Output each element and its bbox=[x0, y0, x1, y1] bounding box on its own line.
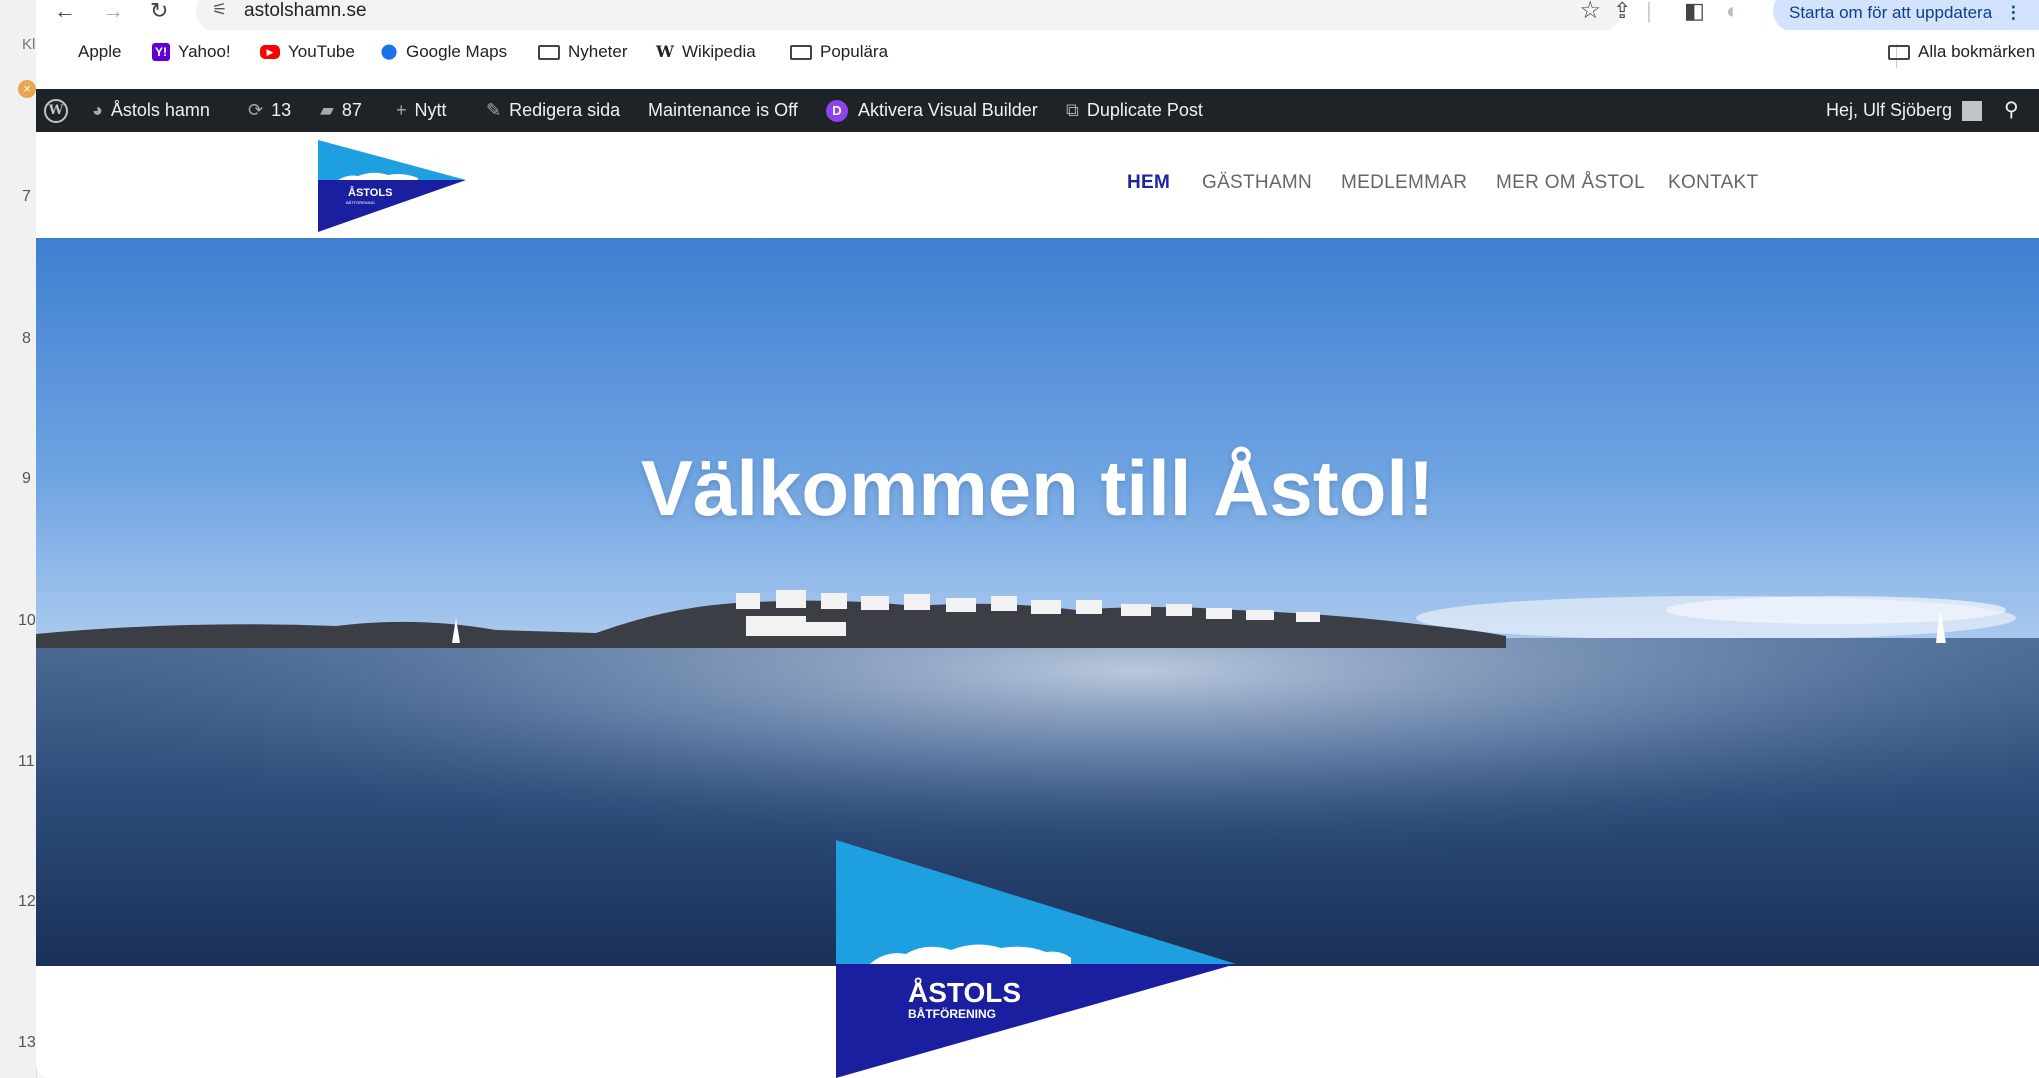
dashboard-icon: ◕ bbox=[92, 100, 103, 120]
left-gutter: Kl × 7 8 9 10 11 12 13 bbox=[0, 0, 37, 1078]
pennant-text-line2: BÅTFÖRENING bbox=[908, 1006, 996, 1021]
admin-duplicate-post[interactable]: ⧉ Duplicate Post bbox=[1066, 89, 1203, 132]
gutter-number: 7 bbox=[22, 188, 31, 205]
gutter-number: 12 bbox=[18, 893, 36, 910]
admin-new-label: Nytt bbox=[414, 100, 447, 120]
logo-text-line1: ÅSTOLS bbox=[348, 186, 392, 199]
bookmark-apple[interactable]: Apple bbox=[52, 42, 121, 62]
pennant-text-line1: ÅSTOLS bbox=[908, 977, 1021, 1008]
folder-icon bbox=[538, 44, 560, 60]
menu-gasthamn[interactable]: GÄSTHAMN bbox=[1202, 172, 1312, 194]
pennant-logo: ÅSTOLS BÅTFÖRENING bbox=[836, 840, 1236, 1078]
updates-icon: ⟳ bbox=[248, 100, 264, 120]
gutter-number: 9 bbox=[22, 470, 31, 487]
site-settings-icon[interactable]: ⚟ bbox=[212, 0, 227, 20]
gutter-number: 10 bbox=[18, 612, 36, 629]
menu-hem[interactable]: HEM bbox=[1127, 172, 1170, 194]
bookmark-google-maps[interactable]: ⬤ Google Maps bbox=[380, 42, 508, 62]
bookmark-wikipedia[interactable]: W Wikipedia bbox=[656, 42, 756, 62]
pennant-bottom bbox=[836, 964, 1236, 1078]
admin-site-name-label: Åstols hamn bbox=[110, 100, 210, 120]
url-text: astolshamn.se bbox=[244, 0, 367, 21]
bookmark-yahoo[interactable]: Y! Yahoo! bbox=[152, 42, 231, 62]
gutter-number: 11 bbox=[18, 753, 35, 770]
close-icon[interactable]: × bbox=[18, 80, 36, 98]
pennant-top bbox=[836, 840, 1236, 964]
duplicate-icon: ⧉ bbox=[1066, 100, 1079, 120]
profile-icon[interactable]: ◐ bbox=[1726, 0, 1739, 24]
admin-new[interactable]: + Nytt bbox=[396, 89, 447, 132]
back-icon[interactable]: ← bbox=[54, 0, 76, 24]
google-maps-icon: ⬤ bbox=[380, 43, 398, 60]
logo-pennant-top bbox=[318, 140, 466, 180]
admin-updates-count: 13 bbox=[271, 100, 292, 120]
bookmark-star-icon[interactable]: ☆ bbox=[1579, 0, 1601, 25]
apple-icon bbox=[52, 43, 70, 61]
admin-comments-count: 87 bbox=[341, 100, 362, 120]
bookmark-label: YouTube bbox=[288, 42, 355, 61]
site-header: ÅSTOLS BÅTFÖRENING HEM GÄSTHAMN MEDLEMMA… bbox=[36, 132, 2039, 238]
comment-icon: ▰ bbox=[320, 100, 334, 120]
bookmark-label: Yahoo! bbox=[178, 42, 231, 61]
menu-mer-om-astol[interactable]: MER OM ÅSTOL bbox=[1496, 172, 1645, 194]
all-bookmarks-label: Alla bokmärken bbox=[1918, 42, 2036, 61]
menu-medlemmar[interactable]: MEDLEMMAR bbox=[1341, 172, 1467, 194]
pencil-icon: ✎ bbox=[486, 100, 502, 120]
yahoo-icon: Y! bbox=[152, 43, 170, 61]
admin-visual-builder[interactable]: D Aktivera Visual Builder bbox=[826, 89, 1038, 132]
bookmark-label: Nyheter bbox=[568, 42, 628, 61]
menu-kontakt[interactable]: KONTAKT bbox=[1668, 172, 1758, 194]
divi-icon: D bbox=[826, 100, 848, 123]
bookmark-youtube[interactable]: ▶ YouTube bbox=[260, 42, 355, 62]
browser-window: ← → ↻ ⚟ astolshamn.se ☆ ⇪ | ◧ ◐ Starta o… bbox=[36, 0, 2039, 1078]
address-bar[interactable]: ⚟ astolshamn.se ☆ bbox=[196, 0, 1621, 32]
gutter-number: 13 bbox=[18, 1034, 36, 1051]
admin-comments[interactable]: ▰ 87 bbox=[320, 89, 362, 132]
bookmark-label: Apple bbox=[78, 42, 122, 61]
wordpress-logo-icon[interactable]: W bbox=[44, 99, 68, 123]
bookmark-populara[interactable]: Populära bbox=[790, 42, 888, 62]
admin-greeting: Hej, Ulf Sjöberg bbox=[1826, 100, 1953, 120]
admin-account[interactable]: Hej, Ulf Sjöberg bbox=[1826, 89, 1983, 132]
wikipedia-icon: W bbox=[656, 42, 674, 61]
tab-stub: Kl bbox=[22, 36, 36, 53]
bookmarks-bar: Apple Y! Yahoo! ▶ YouTube ⬤ Google Maps Nyh… bbox=[36, 30, 2039, 80]
extensions-icon[interactable]: ⇪ bbox=[1613, 0, 1631, 24]
admin-edit-page[interactable]: ✎ Redigera sida bbox=[486, 89, 620, 132]
youtube-icon: ▶ bbox=[260, 45, 280, 59]
bookmark-label: Populära bbox=[820, 42, 889, 61]
logo-text-line2: BÅTFÖRENING bbox=[346, 200, 375, 205]
sky bbox=[36, 238, 2039, 638]
toolbar-divider: | bbox=[1646, 0, 1652, 23]
update-button-label: Starta om för att uppdatera bbox=[1789, 3, 1993, 22]
avatar bbox=[1962, 101, 1983, 122]
forward-icon[interactable]: → bbox=[102, 0, 124, 24]
bookmark-nyheter[interactable]: Nyheter bbox=[538, 42, 628, 62]
hero-title: Välkommen till Åstol! bbox=[640, 444, 1435, 532]
admin-updates[interactable]: ⟳ 13 bbox=[248, 89, 291, 132]
wp-admin-bar: W ◕ Åstols hamn ⟳ 13 ▰ 87 + Nytt ✎ Redigera s… bbox=[36, 89, 2039, 132]
admin-visual-builder-label: Aktivera Visual Builder bbox=[858, 100, 1038, 120]
sidepanel-icon[interactable]: ◧ bbox=[1684, 0, 1705, 24]
more-icon[interactable]: ⋮ bbox=[2005, 3, 2022, 22]
bookmark-label: Google Maps bbox=[406, 42, 508, 61]
admin-duplicate-label: Duplicate Post bbox=[1086, 100, 1203, 120]
all-bookmarks[interactable]: Alla bokmärken bbox=[1888, 42, 2035, 62]
plus-icon: + bbox=[396, 100, 407, 120]
admin-edit-page-label: Redigera sida bbox=[509, 100, 621, 120]
bookmark-label: Wikipedia bbox=[682, 42, 756, 61]
gutter-number: 8 bbox=[22, 330, 31, 347]
admin-search-icon[interactable]: ⚲ bbox=[2004, 89, 2019, 132]
reload-icon[interactable]: ↻ bbox=[150, 0, 168, 24]
browser-toolbar: ← → ↻ ⚟ astolshamn.se ☆ ⇪ | ◧ ◐ Starta o… bbox=[36, 0, 2039, 32]
clouds bbox=[1666, 596, 2006, 624]
folder-icon bbox=[790, 44, 812, 60]
site-logo[interactable]: ÅSTOLS BÅTFÖRENING bbox=[318, 140, 466, 232]
folder-icon bbox=[1888, 44, 1910, 60]
update-button[interactable]: Starta om för att uppdatera ⋮ bbox=[1773, 0, 2039, 32]
admin-site-name[interactable]: ◕ Åstols hamn bbox=[92, 89, 210, 132]
admin-maintenance[interactable]: Maintenance is Off bbox=[648, 89, 798, 132]
